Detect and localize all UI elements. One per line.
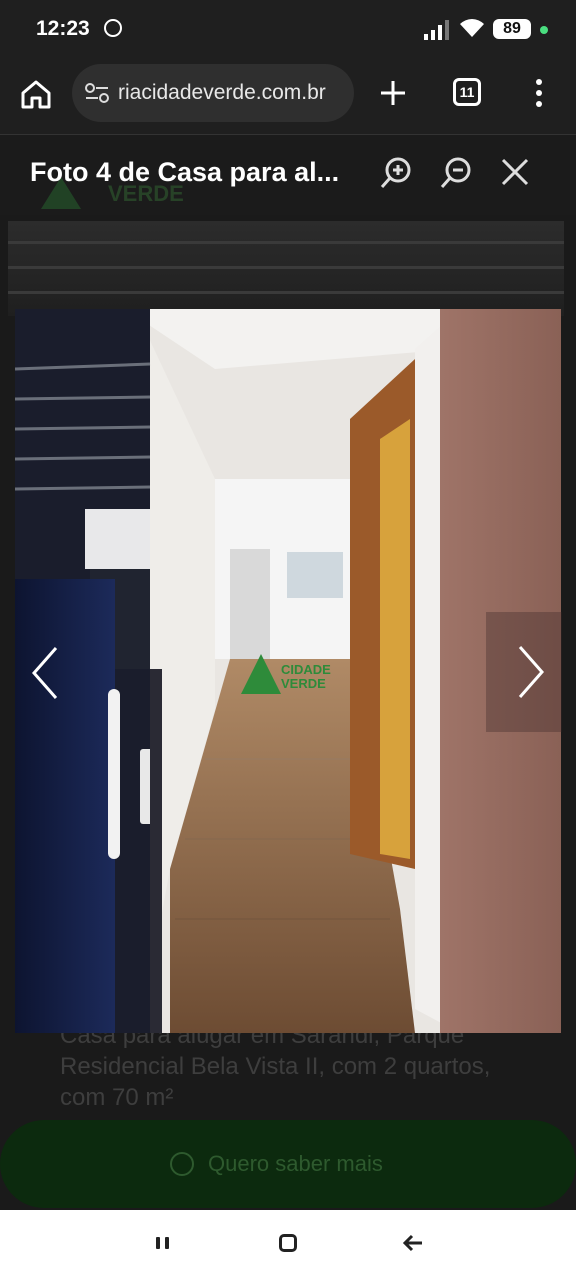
- home-nav-icon[interactable]: [279, 1234, 297, 1252]
- browser-toolbar: riacidadeverde.com.br 11: [0, 58, 576, 135]
- cta-label: Quero saber mais: [208, 1151, 383, 1176]
- close-icon[interactable]: [498, 155, 532, 189]
- charging-dot: [540, 26, 548, 34]
- next-photo-button[interactable]: [486, 612, 562, 732]
- recent-apps-icon[interactable]: [154, 1234, 172, 1252]
- whatsapp-notification-icon: [104, 19, 122, 37]
- home-icon[interactable]: [18, 76, 54, 112]
- zoom-out-icon[interactable]: [438, 155, 474, 191]
- status-bar: 12:23 89: [0, 0, 576, 58]
- url-text: riacidadeverde.com.br: [118, 81, 326, 104]
- wifi-icon: [460, 19, 484, 37]
- site-settings-icon[interactable]: [84, 82, 110, 104]
- more-vert-icon[interactable]: [533, 78, 545, 108]
- system-navigation-bar: [0, 1210, 576, 1280]
- watermark-top: CIDADE: [281, 662, 331, 677]
- back-icon[interactable]: [402, 1232, 424, 1254]
- clock: 12:23: [36, 17, 90, 40]
- battery-indicator: 89: [493, 19, 531, 39]
- lightbox-title: Foto 4 de Casa para al...: [30, 157, 340, 187]
- previous-photo-icon[interactable]: [20, 618, 70, 728]
- next-photo-icon: [518, 646, 544, 698]
- watermark-bottom: VERDE: [281, 676, 326, 691]
- contact-cta-button[interactable]: Quero saber mais: [0, 1120, 576, 1208]
- signal-icon: [424, 20, 449, 40]
- zoom-in-icon[interactable]: [378, 155, 414, 191]
- new-tab-icon[interactable]: [378, 78, 408, 108]
- address-bar[interactable]: riacidadeverde.com.br: [72, 64, 354, 122]
- listing-title: Casa para alugar em Sarandi, Parque Resi…: [60, 1022, 491, 1111]
- gallery-photo[interactable]: CIDADE VERDE: [15, 309, 561, 1033]
- help-icon: [170, 1152, 194, 1176]
- tab-switcher-button[interactable]: 11: [453, 78, 481, 106]
- house-interior-photo: CIDADE VERDE: [15, 309, 561, 1033]
- lightbox-header: VERDE Foto 4 de Casa para al...: [0, 135, 576, 215]
- listing-image-preview: [8, 221, 564, 316]
